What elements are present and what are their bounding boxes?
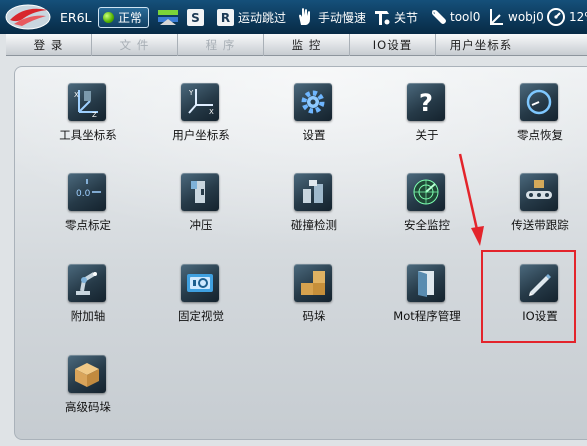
box-icon — [68, 355, 106, 393]
stamping-icon — [181, 173, 219, 211]
tile-label: 附加轴 — [70, 309, 106, 323]
tile-label: 关于 — [415, 128, 439, 142]
svg-text:X: X — [209, 108, 214, 116]
tile-stamping[interactable]: 冲压 — [149, 157, 253, 247]
s-badge[interactable]: S — [187, 9, 204, 26]
tile-settings[interactable]: 设置 — [262, 67, 366, 157]
wobj-label[interactable]: wobj0 — [508, 0, 544, 34]
pallet-boxes-icon — [294, 264, 332, 302]
tile-collision-detect[interactable]: 碰撞检测 — [262, 157, 366, 247]
pen-icon — [520, 264, 558, 302]
conveyor-icon — [520, 173, 558, 211]
svg-text:X: X — [74, 91, 79, 99]
tool-label[interactable]: tool0 — [450, 0, 480, 34]
tile-mot-program[interactable]: Mot程序管理 — [375, 248, 479, 338]
tile-label: 安全监控 — [404, 218, 450, 232]
mode-button[interactable]: 正常 — [98, 7, 150, 28]
menu-login[interactable]: 登 录 — [6, 34, 92, 56]
menu-program[interactable]: 程 序 — [178, 34, 264, 56]
tile-label: 固定视觉 — [178, 309, 224, 323]
radar-icon — [407, 173, 445, 211]
hand-icon[interactable] — [295, 0, 313, 34]
speed-percent[interactable]: 12% — [569, 0, 587, 34]
tile-label: 传送带跟踪 — [511, 218, 569, 232]
tile-tool-coordinate[interactable]: XZ 工具坐标系 — [36, 67, 140, 157]
tile-user-coordinate[interactable]: YX 用户坐标系 — [149, 67, 253, 157]
tile-io-settings[interactable]: IO设置 — [488, 248, 587, 338]
joint-label[interactable]: 关节 — [394, 0, 418, 34]
tile-label: 设置 — [302, 128, 326, 142]
tile-safety-monitor[interactable]: 安全监控 — [375, 157, 479, 247]
camera-icon — [181, 264, 219, 302]
joint-icon[interactable] — [372, 0, 392, 34]
zero-calibration-icon: 0.0 — [68, 173, 106, 211]
door-icon — [407, 264, 445, 302]
mode-indicator-icon — [103, 12, 114, 23]
tile-label: IO设置 — [522, 309, 558, 323]
tile-zero-calibration[interactable]: 0.0 零点标定 — [36, 157, 140, 247]
tile-about[interactable]: ? 关于 — [375, 67, 479, 157]
function-panel: XZ 工具坐标系 YX 用户坐标系 设置 ? 关于 零点恢复 0.0 零点标定 — [14, 66, 587, 440]
gauge-icon[interactable] — [546, 0, 566, 34]
tile-additional-axis[interactable]: 附加轴 — [36, 248, 140, 338]
robot-name: ER6L — [60, 9, 92, 25]
menu-file[interactable]: 文 件 — [92, 34, 178, 56]
user-coordinate-icon: YX — [181, 83, 219, 121]
mode-label: 正常 — [118, 11, 143, 25]
run-skip-label[interactable]: 运动跳过 — [238, 0, 286, 34]
wrench-icon[interactable] — [430, 0, 448, 34]
menu-user-coordinate[interactable]: 用户坐标系 — [436, 34, 526, 56]
tile-label: 码垛 — [302, 309, 326, 323]
manual-speed-label[interactable]: 手动慢速 — [318, 0, 366, 34]
zero-restore-icon — [520, 83, 558, 121]
axis-icon[interactable] — [487, 0, 505, 34]
svg-text:0.0: 0.0 — [76, 189, 91, 199]
tile-label: 零点标定 — [65, 218, 111, 232]
status-bar: ER6L 正常 S R 运动跳过 手动慢速 关节 tool0 wobj0 12 — [0, 0, 587, 34]
question-icon: ? — [407, 83, 445, 121]
r-badge[interactable]: R — [217, 9, 234, 26]
menu-bar: 登 录 文 件 程 序 监 控 IO设置 用户坐标系 — [6, 34, 587, 56]
menu-monitor[interactable]: 监 控 — [264, 34, 350, 56]
menu-io-settings[interactable]: IO设置 — [350, 34, 436, 56]
tile-palletizing[interactable]: 码垛 — [262, 248, 366, 338]
logo-icon — [4, 0, 54, 34]
tile-conveyor-tracking[interactable]: 传送带跟踪 — [488, 157, 587, 247]
robot-arm-icon — [68, 264, 106, 302]
tile-label: 用户坐标系 — [172, 128, 230, 142]
collision-detect-icon — [294, 173, 332, 211]
svg-text:Z: Z — [92, 111, 97, 119]
tool-coordinate-icon: XZ — [68, 83, 106, 121]
tile-fixed-vision[interactable]: 固定视觉 — [149, 248, 253, 338]
speed-icon[interactable] — [157, 0, 179, 34]
svg-text:?: ? — [419, 89, 433, 117]
tile-advanced-palletizing[interactable]: 高级码垛 — [36, 339, 140, 429]
svg-text:Y: Y — [188, 89, 194, 97]
tile-label: 零点恢复 — [517, 128, 563, 142]
tile-label: Mot程序管理 — [393, 309, 461, 323]
tile-label: 冲压 — [189, 218, 213, 232]
gear-icon — [294, 83, 332, 121]
tile-label: 工具坐标系 — [59, 128, 117, 142]
tile-zero-restore[interactable]: 零点恢复 — [488, 67, 587, 157]
tile-label: 碰撞检测 — [291, 218, 337, 232]
tile-label: 高级码垛 — [65, 400, 111, 414]
